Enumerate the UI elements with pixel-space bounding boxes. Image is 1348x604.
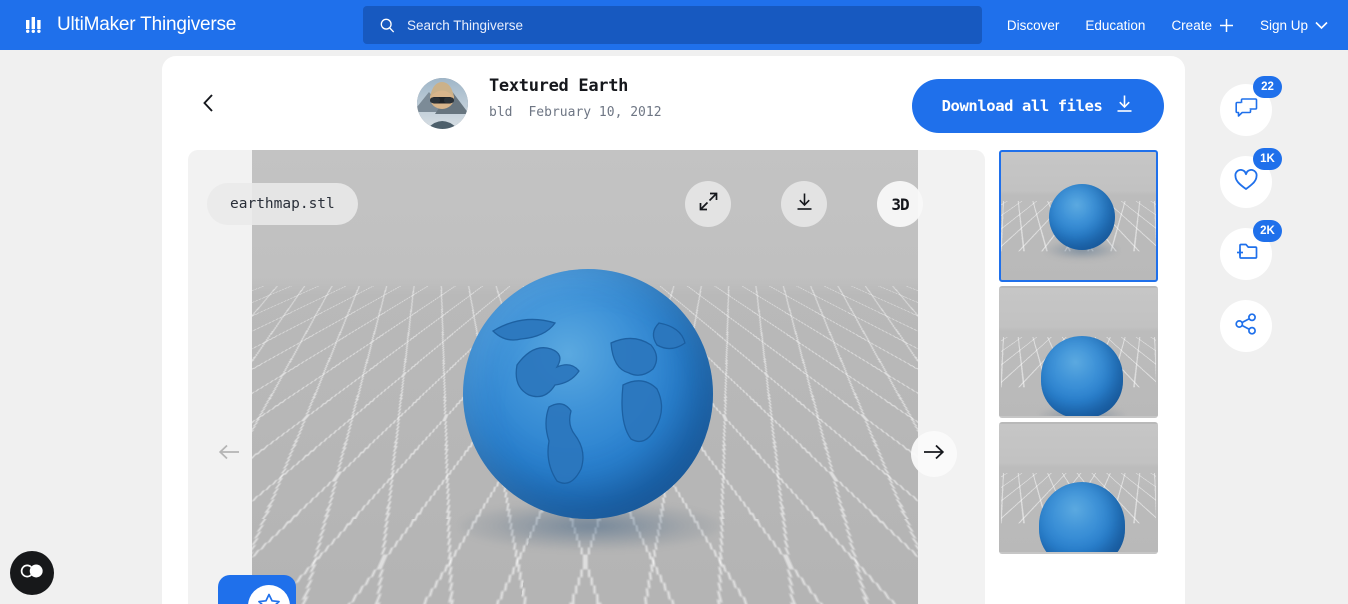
search-input[interactable] [407, 17, 947, 33]
header-nav: Discover Education Create Sign Up [1007, 0, 1328, 50]
thing-card: Textured Earth bld February 10, 2012 Dow… [162, 56, 1185, 604]
file-name-chip[interactable]: earthmap.stl [207, 183, 358, 225]
ultimaker-logo-icon [26, 17, 48, 33]
avatar[interactable] [417, 78, 468, 129]
nav-create-label: Create [1171, 17, 1212, 33]
title-block: Textured Earth bld February 10, 2012 [489, 76, 662, 120]
thing-meta: bld February 10, 2012 [489, 105, 662, 120]
nav-signup[interactable]: Sign Up [1260, 18, 1328, 33]
arrow-right-icon [923, 443, 945, 466]
search-icon [380, 18, 395, 33]
earth-model[interactable] [463, 269, 713, 519]
arrow-left-icon [218, 443, 240, 466]
brand-name: UltiMaker Thingiverse [57, 14, 237, 35]
nav-education-label: Education [1085, 17, 1146, 33]
brand-logo[interactable]: UltiMaker Thingiverse [26, 14, 236, 36]
top-header: UltiMaker Thingiverse Discover Education… [0, 0, 1348, 50]
search-bar[interactable] [363, 6, 982, 44]
thumbnail-list [999, 150, 1158, 558]
prev-image-button[interactable] [206, 431, 252, 477]
expand-button[interactable] [685, 181, 731, 227]
page-title: Textured Earth [489, 76, 629, 96]
thing-header: Textured Earth bld February 10, 2012 Dow… [162, 56, 1185, 146]
thumbnail-dome-1[interactable] [999, 286, 1158, 418]
download-icon [1115, 94, 1134, 118]
publish-date: February 10, 2012 [528, 105, 662, 120]
like-badge: 1K [1253, 148, 1282, 170]
thumbnail-dome-2[interactable] [999, 422, 1158, 554]
thumb-model [1049, 184, 1115, 250]
cookie-toggle-icon [20, 564, 44, 583]
collect-button[interactable]: 2K [1220, 220, 1282, 280]
share-icon [1235, 312, 1257, 340]
heart-icon [1234, 168, 1258, 196]
download-all-files-button[interactable]: Download all files [912, 79, 1164, 133]
share-button[interactable] [1220, 300, 1272, 352]
model-viewer[interactable]: earthmap.stl 3D [188, 150, 985, 604]
comments-button[interactable]: 22 [1220, 76, 1282, 136]
action-rail: 22 1K 2K [1220, 76, 1282, 372]
3d-icon: 3D [891, 194, 909, 214]
download-all-files-label: Download all files [941, 97, 1103, 115]
chevron-down-icon [1315, 21, 1328, 30]
download-model-button[interactable] [781, 181, 827, 227]
thumb-model [1041, 336, 1123, 416]
comment-icon [1234, 97, 1258, 123]
comments-badge: 22 [1253, 76, 1282, 98]
collect-badge: 2K [1253, 220, 1282, 242]
favorite-panel[interactable] [218, 575, 296, 604]
nav-discover-label: Discover [1006, 17, 1060, 33]
download-icon [795, 192, 814, 216]
file-name-label: earthmap.stl [230, 196, 335, 212]
author-link[interactable]: bld [489, 105, 512, 120]
cookie-settings-button[interactable] [10, 551, 54, 595]
next-image-button[interactable] [911, 431, 957, 477]
nav-discover[interactable]: Discover [1007, 18, 1060, 33]
star-button[interactable] [248, 585, 290, 604]
nav-signup-label: Sign Up [1259, 17, 1308, 33]
nav-education[interactable]: Education [1085, 18, 1145, 33]
view-3d-button[interactable]: 3D [877, 181, 923, 227]
like-button[interactable]: 1K [1220, 148, 1282, 208]
star-icon [258, 593, 280, 604]
expand-icon [699, 192, 718, 216]
folder-plus-icon [1234, 241, 1258, 267]
plus-icon [1219, 18, 1234, 33]
back-button[interactable] [198, 92, 220, 114]
thumbnail-sphere[interactable] [999, 150, 1158, 282]
nav-create[interactable]: Create [1171, 18, 1234, 33]
